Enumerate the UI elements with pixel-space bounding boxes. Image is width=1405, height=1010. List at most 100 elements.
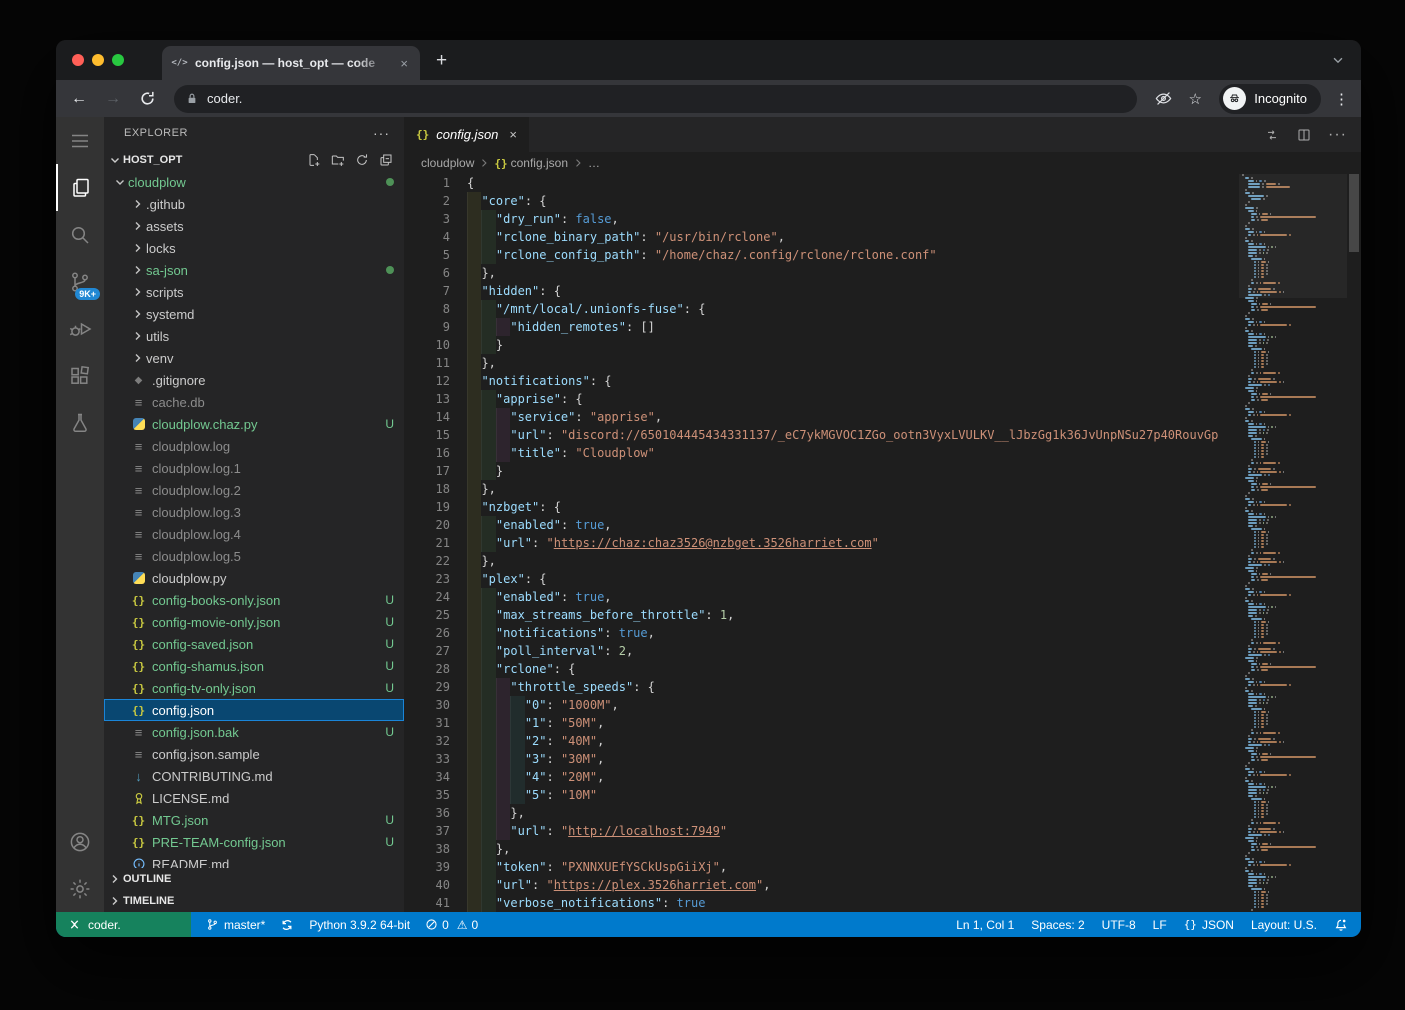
tree-file-contributing-md[interactable]: ↓CONTRIBUTING.md bbox=[104, 765, 404, 787]
code-lines[interactable]: 1{2"core": {3"dry_run": false,4"rclone_b… bbox=[404, 174, 1235, 912]
code-line-21[interactable]: 21"url": "https://chaz:chaz3526@nzbget.3… bbox=[404, 534, 1235, 552]
code-line-19[interactable]: 19"nzbget": { bbox=[404, 498, 1235, 516]
code-line-22[interactable]: 22}, bbox=[404, 552, 1235, 570]
code-line-17[interactable]: 17} bbox=[404, 462, 1235, 480]
activity-explorer[interactable] bbox=[56, 164, 104, 211]
code-line-11[interactable]: 11}, bbox=[404, 354, 1235, 372]
tree-file-config-books-only-json[interactable]: {}config-books-only.jsonU bbox=[104, 589, 404, 611]
code-line-30[interactable]: 30"0": "1000M", bbox=[404, 696, 1235, 714]
new-file-icon[interactable] bbox=[306, 152, 322, 168]
close-editor-tab-icon[interactable]: × bbox=[509, 127, 517, 142]
back-button[interactable]: ← bbox=[64, 90, 94, 108]
editor-scrollbar[interactable] bbox=[1349, 174, 1359, 252]
code-line-16[interactable]: 16"title": "Cloudplow" bbox=[404, 444, 1235, 462]
bookmark-star-icon[interactable]: ☆ bbox=[1181, 90, 1209, 108]
tree-file-config-shamus-json[interactable]: {}config-shamus.jsonU bbox=[104, 655, 404, 677]
activity-source-control[interactable]: 9K+ bbox=[56, 258, 104, 305]
code-line-2[interactable]: 2"core": { bbox=[404, 192, 1235, 210]
code-line-32[interactable]: 32"2": "40M", bbox=[404, 732, 1235, 750]
refresh-icon[interactable] bbox=[354, 152, 370, 168]
indentation-status[interactable]: Spaces: 2 bbox=[1031, 918, 1084, 932]
close-window-button[interactable] bbox=[72, 54, 84, 66]
tree-folder-venv[interactable]: venv bbox=[104, 347, 404, 369]
code-line-38[interactable]: 38}, bbox=[404, 840, 1235, 858]
eye-slash-icon[interactable] bbox=[1149, 89, 1177, 108]
code-line-5[interactable]: 5"rclone_config_path": "/home/chaz/.conf… bbox=[404, 246, 1235, 264]
tree-file-pre-team-config-json[interactable]: {}PRE-TEAM-config.jsonU bbox=[104, 831, 404, 853]
tree-file-readme-md[interactable]: README.md bbox=[104, 853, 404, 868]
code-line-18[interactable]: 18}, bbox=[404, 480, 1235, 498]
code-line-7[interactable]: 7"hidden": { bbox=[404, 282, 1235, 300]
keyboard-layout-status[interactable]: Layout: U.S. bbox=[1251, 918, 1317, 932]
sync-status[interactable] bbox=[280, 918, 294, 932]
section-header-host-opt[interactable]: HOST_OPT bbox=[104, 149, 404, 171]
code-editor[interactable]: 1{2"core": {3"dry_run": false,4"rclone_b… bbox=[404, 174, 1361, 912]
editor-more-actions-icon[interactable]: ··· bbox=[1328, 126, 1347, 144]
tree-folder-systemd[interactable]: systemd bbox=[104, 303, 404, 325]
tree-folder-locks[interactable]: locks bbox=[104, 237, 404, 259]
open-changes-icon[interactable] bbox=[1264, 127, 1280, 143]
code-line-34[interactable]: 34"4": "20M", bbox=[404, 768, 1235, 786]
tree-file--gitignore[interactable]: ◆.gitignore bbox=[104, 369, 404, 391]
cursor-position[interactable]: Ln 1, Col 1 bbox=[956, 918, 1014, 932]
code-line-26[interactable]: 26"notifications": true, bbox=[404, 624, 1235, 642]
minimap-slider[interactable] bbox=[1239, 174, 1347, 298]
code-line-37[interactable]: 37"url": "http://localhost:7949" bbox=[404, 822, 1235, 840]
tree-file-config-movie-only-json[interactable]: {}config-movie-only.jsonU bbox=[104, 611, 404, 633]
tree-file-license-md[interactable]: LICENSE.md bbox=[104, 787, 404, 809]
code-line-1[interactable]: 1{ bbox=[404, 174, 1235, 192]
tree-file-cloudplow-py[interactable]: cloudplow.py bbox=[104, 567, 404, 589]
code-line-3[interactable]: 3"dry_run": false, bbox=[404, 210, 1235, 228]
tree-file-config-json-bak[interactable]: ≡config.json.bakU bbox=[104, 721, 404, 743]
tree-folder--github[interactable]: .github bbox=[104, 193, 404, 215]
minimap[interactable] bbox=[1239, 174, 1347, 912]
code-line-24[interactable]: 24"enabled": true, bbox=[404, 588, 1235, 606]
activity-run-debug[interactable] bbox=[56, 305, 104, 352]
code-line-36[interactable]: 36}, bbox=[404, 804, 1235, 822]
tree-folder-assets[interactable]: assets bbox=[104, 215, 404, 237]
code-line-25[interactable]: 25"max_streams_before_throttle": 1, bbox=[404, 606, 1235, 624]
tree-file-config-json-sample[interactable]: ≡config.json.sample bbox=[104, 743, 404, 765]
code-line-39[interactable]: 39"token": "PXNNXUEfYSCkUspGiiXj", bbox=[404, 858, 1235, 876]
tree-file-cloudplow-log-1[interactable]: ≡cloudplow.log.1 bbox=[104, 457, 404, 479]
tree-file-mtg-json[interactable]: {}MTG.jsonU bbox=[104, 809, 404, 831]
new-tab-button[interactable]: + bbox=[436, 51, 447, 70]
code-line-9[interactable]: 9"hidden_remotes": [] bbox=[404, 318, 1235, 336]
breadcrumb-folder[interactable]: cloudplow bbox=[421, 156, 474, 170]
explorer-more-icon[interactable]: ··· bbox=[373, 125, 390, 141]
code-line-33[interactable]: 33"3": "30M", bbox=[404, 750, 1235, 768]
code-line-31[interactable]: 31"1": "50M", bbox=[404, 714, 1235, 732]
code-line-40[interactable]: 40"url": "https://plex.3526harriet.com", bbox=[404, 876, 1235, 894]
encoding-status[interactable]: UTF-8 bbox=[1102, 918, 1136, 932]
tree-file-config-json[interactable]: {}config.json bbox=[104, 699, 404, 721]
code-line-41[interactable]: 41"verbose_notifications": true bbox=[404, 894, 1235, 912]
activity-settings[interactable] bbox=[56, 865, 104, 912]
git-branch-status[interactable]: master* bbox=[206, 918, 265, 932]
forward-button[interactable]: → bbox=[98, 90, 128, 108]
tree-file-cloudplow-log-4[interactable]: ≡cloudplow.log.4 bbox=[104, 523, 404, 545]
tree-file-cache-db[interactable]: ≡cache.db bbox=[104, 391, 404, 413]
breadcrumb-file[interactable]: config.json bbox=[511, 156, 568, 170]
editor-tab-config-json[interactable]: {} config.json × bbox=[404, 117, 529, 152]
code-line-27[interactable]: 27"poll_interval": 2, bbox=[404, 642, 1235, 660]
activity-testing[interactable] bbox=[56, 399, 104, 446]
activity-account[interactable] bbox=[56, 818, 104, 865]
remote-indicator[interactable]: coder. bbox=[56, 912, 191, 937]
breadcrumb-symbol[interactable]: … bbox=[588, 156, 600, 170]
browser-menu-icon[interactable]: ⋮ bbox=[1331, 90, 1353, 108]
timeline-section[interactable]: TIMELINE bbox=[104, 890, 404, 912]
tree-folder-utils[interactable]: utils bbox=[104, 325, 404, 347]
code-line-28[interactable]: 28"rclone": { bbox=[404, 660, 1235, 678]
code-line-29[interactable]: 29"throttle_speeds": { bbox=[404, 678, 1235, 696]
python-interpreter-status[interactable]: Python 3.9.2 64-bit bbox=[309, 918, 410, 932]
tree-file-config-tv-only-json[interactable]: {}config-tv-only.jsonU bbox=[104, 677, 404, 699]
tree-file-config-saved-json[interactable]: {}config-saved.jsonU bbox=[104, 633, 404, 655]
reload-button[interactable] bbox=[132, 90, 162, 107]
activity-menu[interactable] bbox=[56, 117, 104, 164]
code-line-23[interactable]: 23"plex": { bbox=[404, 570, 1235, 588]
language-mode[interactable]: {} JSON bbox=[1184, 918, 1234, 932]
eol-status[interactable]: LF bbox=[1153, 918, 1167, 932]
address-bar[interactable]: coder. bbox=[174, 85, 1137, 113]
activity-search[interactable] bbox=[56, 211, 104, 258]
code-line-15[interactable]: 15"url": "discord://650104445434331137/_… bbox=[404, 426, 1235, 444]
